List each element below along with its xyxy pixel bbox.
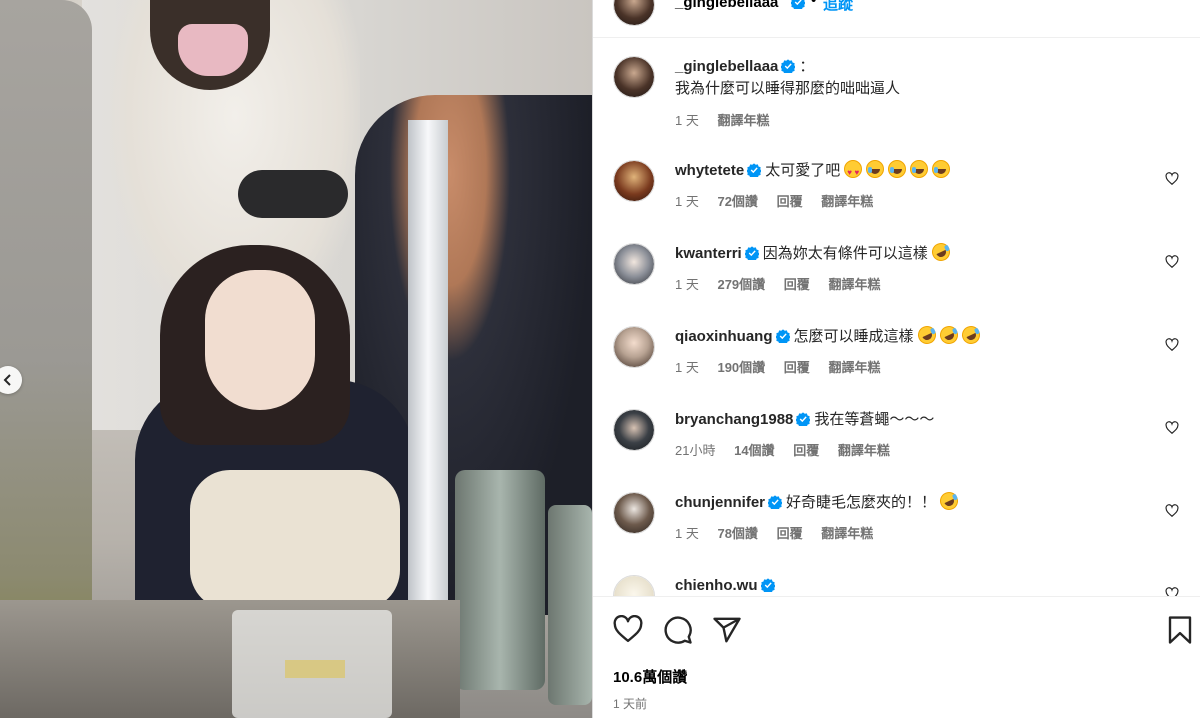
comment-username[interactable]: qiaoxinhuang xyxy=(675,328,773,345)
comment-time[interactable]: 21小時 xyxy=(675,443,715,458)
follow-button[interactable]: 追蹤 xyxy=(823,0,853,14)
caption-colon: ： xyxy=(799,58,815,75)
header-separator: • xyxy=(811,0,817,9)
comment-likes[interactable]: 72個讚 xyxy=(717,194,757,209)
heart-icon[interactable] xyxy=(1165,255,1179,269)
likes-count[interactable]: 10.6萬個讚 xyxy=(613,666,687,687)
media-sitter-face xyxy=(205,270,315,410)
comment-time[interactable]: 1 天 xyxy=(675,526,699,541)
joy-emoji-icon xyxy=(888,160,907,178)
post-actions: 10.6萬個讚 1 天前 xyxy=(593,596,1200,718)
rofl-emoji-icon xyxy=(928,240,953,264)
joy-emoji-icon xyxy=(866,160,885,178)
post-header: _ginglebellaaa • 追蹤 xyxy=(593,0,1200,38)
heart-icon[interactable] xyxy=(613,615,643,643)
translate-button[interactable]: 翻譯年糕 xyxy=(828,277,880,292)
comment-username[interactable]: whytetete xyxy=(675,162,744,179)
media-hair-dryer xyxy=(238,170,348,218)
joy-emoji-icon xyxy=(932,160,951,178)
reply-button[interactable]: 回覆 xyxy=(784,277,810,292)
joy-emoji-icon xyxy=(910,160,929,178)
media-water-bottle xyxy=(455,470,545,690)
heart-icon[interactable] xyxy=(1165,504,1179,518)
translate-button[interactable]: 翻譯年糕 xyxy=(821,194,873,209)
comment-text: 好奇睫毛怎麼夾的！！ xyxy=(786,494,937,511)
post-panel: _ginglebellaaa • 追蹤 _ginglebellaaa ： 我為什麼… xyxy=(592,0,1200,718)
author-avatar[interactable] xyxy=(613,0,655,26)
comment-avatar[interactable] xyxy=(613,160,655,202)
reply-button[interactable]: 回覆 xyxy=(784,360,810,375)
comment-icon[interactable] xyxy=(663,615,693,645)
rofl-emoji-icon xyxy=(914,323,939,347)
comment-text: 怎麼可以睡成這樣 xyxy=(793,328,914,345)
comment-avatar[interactable] xyxy=(613,409,655,451)
comment-time[interactable]: 1 天 xyxy=(675,360,699,375)
comment-likes[interactable]: 279個讚 xyxy=(717,277,765,292)
rofl-emoji-icon xyxy=(936,323,961,347)
caption-username[interactable]: _ginglebellaaa xyxy=(675,58,778,75)
comment-username[interactable]: chunjennifer xyxy=(675,494,765,511)
verified-badge-icon xyxy=(744,246,759,260)
comment-text: 因為妳太有條件可以這樣 xyxy=(762,245,928,262)
comment-likes[interactable]: 78個讚 xyxy=(717,526,757,541)
verified-badge-icon xyxy=(796,412,811,426)
comments-list[interactable]: _ginglebellaaa ： 我為什麼可以睡得那麼的咄咄逼人 1 天 翻譯年糕… xyxy=(593,38,1200,596)
media-face-mask xyxy=(178,24,248,76)
comment-avatar[interactable] xyxy=(613,575,655,596)
verified-badge-icon xyxy=(781,59,796,73)
reply-button[interactable]: 回覆 xyxy=(777,526,803,541)
heart-eyes-emoji-icon xyxy=(844,160,863,184)
heart-icon[interactable] xyxy=(1165,587,1179,596)
media-water-bottle-2 xyxy=(548,505,592,705)
media-box-label xyxy=(285,660,345,678)
verified-badge-icon xyxy=(791,0,805,9)
comment-time[interactable]: 1 天 xyxy=(675,194,699,209)
caption-time[interactable]: 1 天 xyxy=(675,113,699,128)
heart-icon[interactable] xyxy=(1165,338,1179,352)
chevron-left-icon xyxy=(3,374,11,386)
author-username[interactable]: _ginglebellaaa xyxy=(675,0,778,11)
comment-avatar[interactable] xyxy=(613,492,655,534)
caption-translate[interactable]: 翻譯年糕 xyxy=(717,113,769,128)
comment-likes[interactable]: 190個讚 xyxy=(717,360,765,375)
heart-icon[interactable] xyxy=(1165,421,1179,435)
verified-badge-icon xyxy=(760,578,775,592)
comment-avatar[interactable] xyxy=(613,326,655,368)
post-media[interactable] xyxy=(0,0,592,718)
verified-badge-icon xyxy=(768,495,783,509)
rofl-emoji-icon xyxy=(937,489,961,513)
comment-avatar[interactable] xyxy=(613,243,655,285)
comment-username[interactable]: chienho.wu xyxy=(675,577,758,594)
verified-badge-icon xyxy=(747,163,762,177)
caption-avatar[interactable] xyxy=(613,56,655,98)
caption-text: 我為什麼可以睡得那麼的咄咄逼人 xyxy=(675,80,901,97)
comment-likes[interactable]: 14個讚 xyxy=(734,443,774,458)
media-towel xyxy=(190,470,400,610)
verified-badge-icon xyxy=(775,329,790,343)
comment-time[interactable]: 1 天 xyxy=(675,277,699,292)
reply-button[interactable]: 回覆 xyxy=(777,194,803,209)
rofl-emoji-icon xyxy=(958,323,983,347)
comment-username[interactable]: kwanterri xyxy=(675,245,742,262)
reply-button[interactable]: 回覆 xyxy=(793,443,819,458)
comment-text: 我在等蒼蠅～～～ xyxy=(814,411,935,428)
heart-icon[interactable] xyxy=(1165,172,1179,186)
translate-button[interactable]: 翻譯年糕 xyxy=(838,443,890,458)
share-icon[interactable] xyxy=(712,615,742,645)
comment-username[interactable]: bryanchang1988 xyxy=(675,411,793,428)
translate-button[interactable]: 翻譯年糕 xyxy=(828,360,880,375)
post-time[interactable]: 1 天前 xyxy=(613,695,647,712)
comment-text: 太可愛了吧 xyxy=(765,162,841,179)
bookmark-icon[interactable] xyxy=(1167,615,1193,645)
media-light-post xyxy=(408,120,448,680)
translate-button[interactable]: 翻譯年糕 xyxy=(821,526,873,541)
